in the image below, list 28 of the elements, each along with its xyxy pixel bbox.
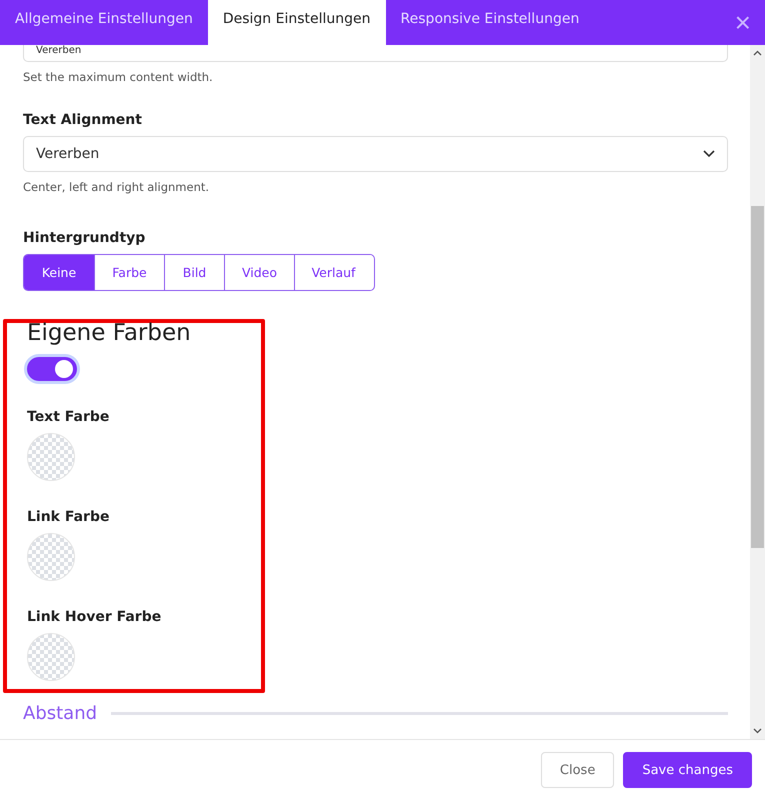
arrow-down-icon: [753, 728, 762, 734]
select-field[interactable]: Vererben: [23, 136, 728, 172]
color-swatch[interactable]: [27, 533, 75, 581]
tab[interactable]: Design Einstellungen: [208, 0, 386, 45]
field-label: Link Hover Farbe: [27, 609, 162, 625]
help-text: Set the maximum content width.: [23, 70, 214, 84]
close-button[interactable]: ×: [720, 0, 765, 45]
segment-button[interactable]: Keine: [24, 255, 94, 290]
save-button[interactable]: Save changes: [623, 752, 752, 788]
chevron-down-icon: [703, 150, 715, 158]
close-button[interactable]: Close: [540, 752, 614, 788]
arrow-up-icon: [753, 50, 762, 56]
tab[interactable]: Responsive Einstellungen: [386, 0, 594, 45]
select-field[interactable]: Vererben: [23, 45, 728, 62]
field-label: Link Farbe: [27, 509, 110, 525]
field-label: Text Alignment: [23, 112, 143, 128]
select-value: Vererben: [36, 45, 82, 56]
toggle-switch[interactable]: [27, 357, 77, 381]
field-label: Text Farbe: [27, 409, 110, 425]
scrollbar[interactable]: [750, 45, 765, 739]
help-text: Center, left and right alignment.: [23, 180, 210, 194]
color-swatch[interactable]: [27, 433, 75, 481]
segment-button[interactable]: Verlauf: [294, 255, 372, 290]
color-swatch[interactable]: [27, 633, 75, 681]
tab[interactable]: Allgemeine Einstellungen: [0, 0, 208, 45]
section-title: Abstand: [23, 703, 98, 724]
section-title: Eigene Farben: [27, 319, 192, 347]
field-label: Hintergrundtyp: [23, 230, 146, 246]
